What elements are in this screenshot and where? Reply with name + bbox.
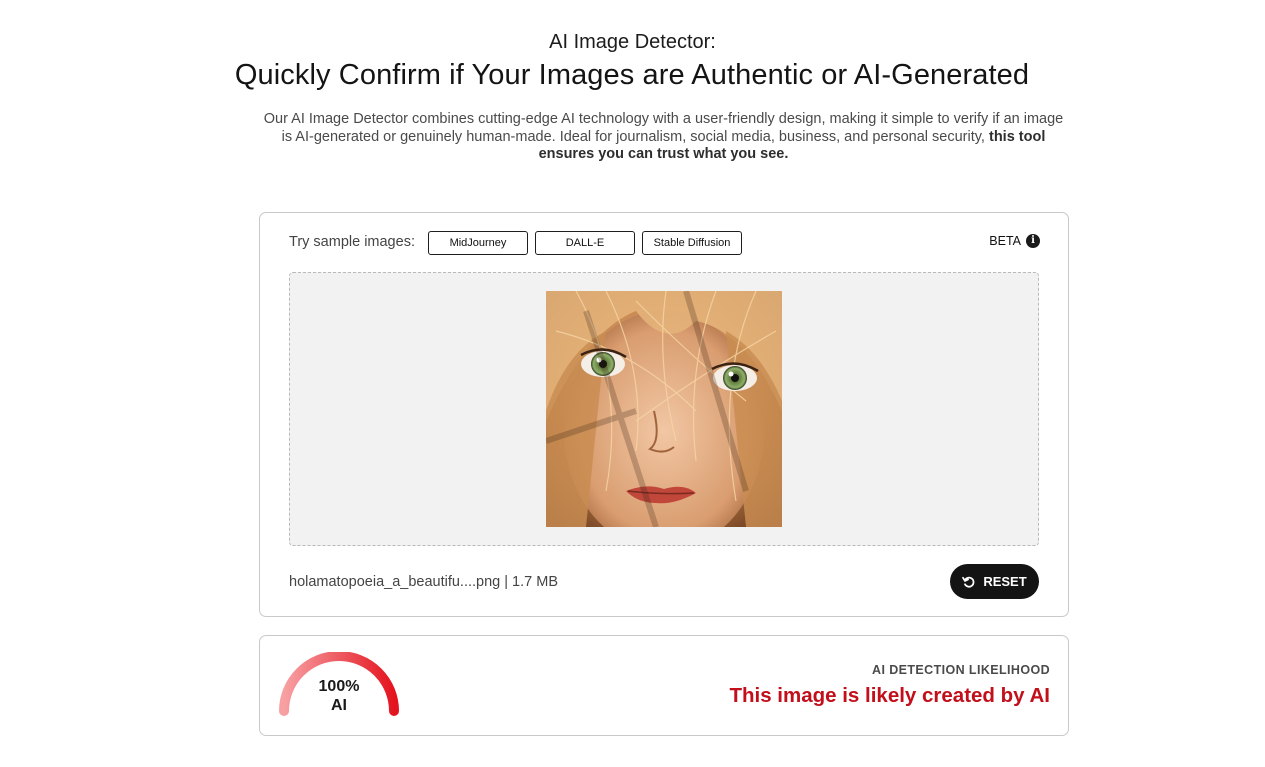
page-kicker: AI Image Detector: bbox=[549, 31, 716, 53]
page-title: Quickly Confirm if Your Images are Authe… bbox=[234, 59, 1030, 91]
portrait-image bbox=[546, 291, 782, 527]
reset-icon bbox=[962, 576, 975, 588]
gauge-unit: AI bbox=[331, 697, 347, 714]
sample-stable-diffusion-button[interactable]: Stable Diffusion bbox=[642, 231, 742, 255]
result-card: 100% AI AI DETECTION LIKELIHOOD This ima… bbox=[259, 635, 1069, 736]
sample-midjourney-button[interactable]: MidJourney bbox=[428, 231, 528, 255]
beta-badge: BETA i bbox=[989, 234, 1040, 248]
file-info: holamatopoeia_a_beautifu....png | 1.7 MB bbox=[289, 574, 558, 590]
uploaded-image-preview bbox=[546, 291, 782, 527]
likelihood-label: AI DETECTION LIKELIHOOD bbox=[872, 663, 1050, 677]
sample-dalle-button[interactable]: DALL-E bbox=[535, 231, 635, 255]
sample-images-label: Try sample images: bbox=[289, 234, 415, 250]
gauge-value: 100% bbox=[318, 678, 360, 695]
beta-label: BETA bbox=[989, 234, 1021, 248]
upload-card: Try sample images: MidJourney DALL-E Sta… bbox=[259, 212, 1069, 617]
gauge-readout: 100% AI bbox=[307, 677, 371, 715]
reset-button[interactable]: RESET bbox=[950, 564, 1039, 599]
page: AI Image Detector: Quickly Confirm if Yo… bbox=[0, 0, 1265, 767]
intro-paragraph: Our AI Image Detector combines cutting-e… bbox=[262, 111, 1065, 164]
verdict-text: This image is likely created by AI bbox=[729, 684, 1050, 707]
info-icon[interactable]: i bbox=[1026, 234, 1040, 248]
image-dropzone[interactable] bbox=[289, 272, 1039, 546]
intro-text: Our AI Image Detector combines cutting-e… bbox=[263, 111, 1064, 145]
reset-label: RESET bbox=[983, 574, 1027, 589]
